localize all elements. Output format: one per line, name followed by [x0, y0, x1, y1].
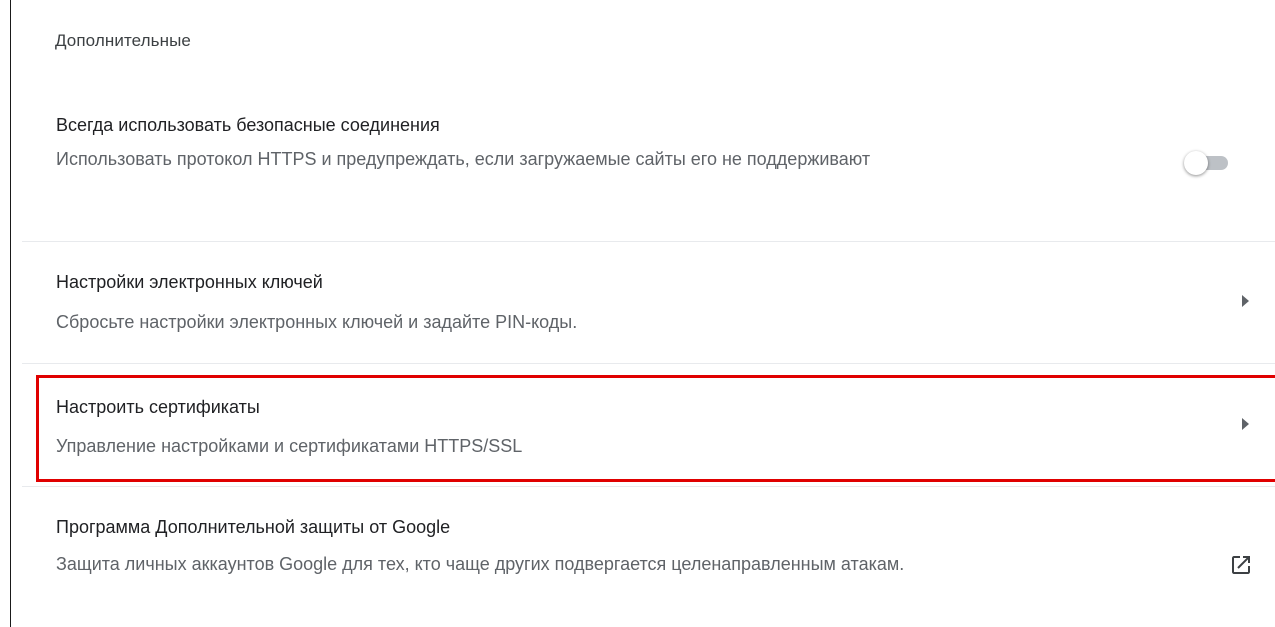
row-title: Всегда использовать безопасные соединени…: [56, 115, 440, 135]
row-description: Сбросьте настройки электронных ключей и …: [56, 312, 578, 332]
secure-connections-toggle[interactable]: [1184, 148, 1230, 178]
open-in-new-icon[interactable]: [1229, 553, 1253, 577]
highlight-frame: [36, 375, 1275, 482]
toggle-knob: [1184, 151, 1208, 175]
setting-row-always-secure: Всегда использовать безопасные соединени…: [22, 100, 1275, 240]
row-title: Настройки электронных ключей: [56, 272, 323, 292]
row-description: Использовать протокол HTTPS и предупрежд…: [56, 149, 871, 169]
section-heading: Дополнительные: [55, 31, 191, 50]
setting-row-advanced-protection[interactable]: Программа Дополнительной защиты от Googl…: [22, 487, 1275, 627]
setting-row-security-keys[interactable]: Настройки электронных ключей Сбросьте на…: [22, 242, 1275, 362]
chevron-right-icon: [1242, 295, 1249, 307]
row-description: Защита личных аккаунтов Google для тех, …: [56, 554, 905, 574]
row-title: Программа Дополнительной защиты от Googl…: [56, 517, 451, 537]
settings-panel: Дополнительные Всегда использовать безоп…: [10, 0, 1275, 627]
